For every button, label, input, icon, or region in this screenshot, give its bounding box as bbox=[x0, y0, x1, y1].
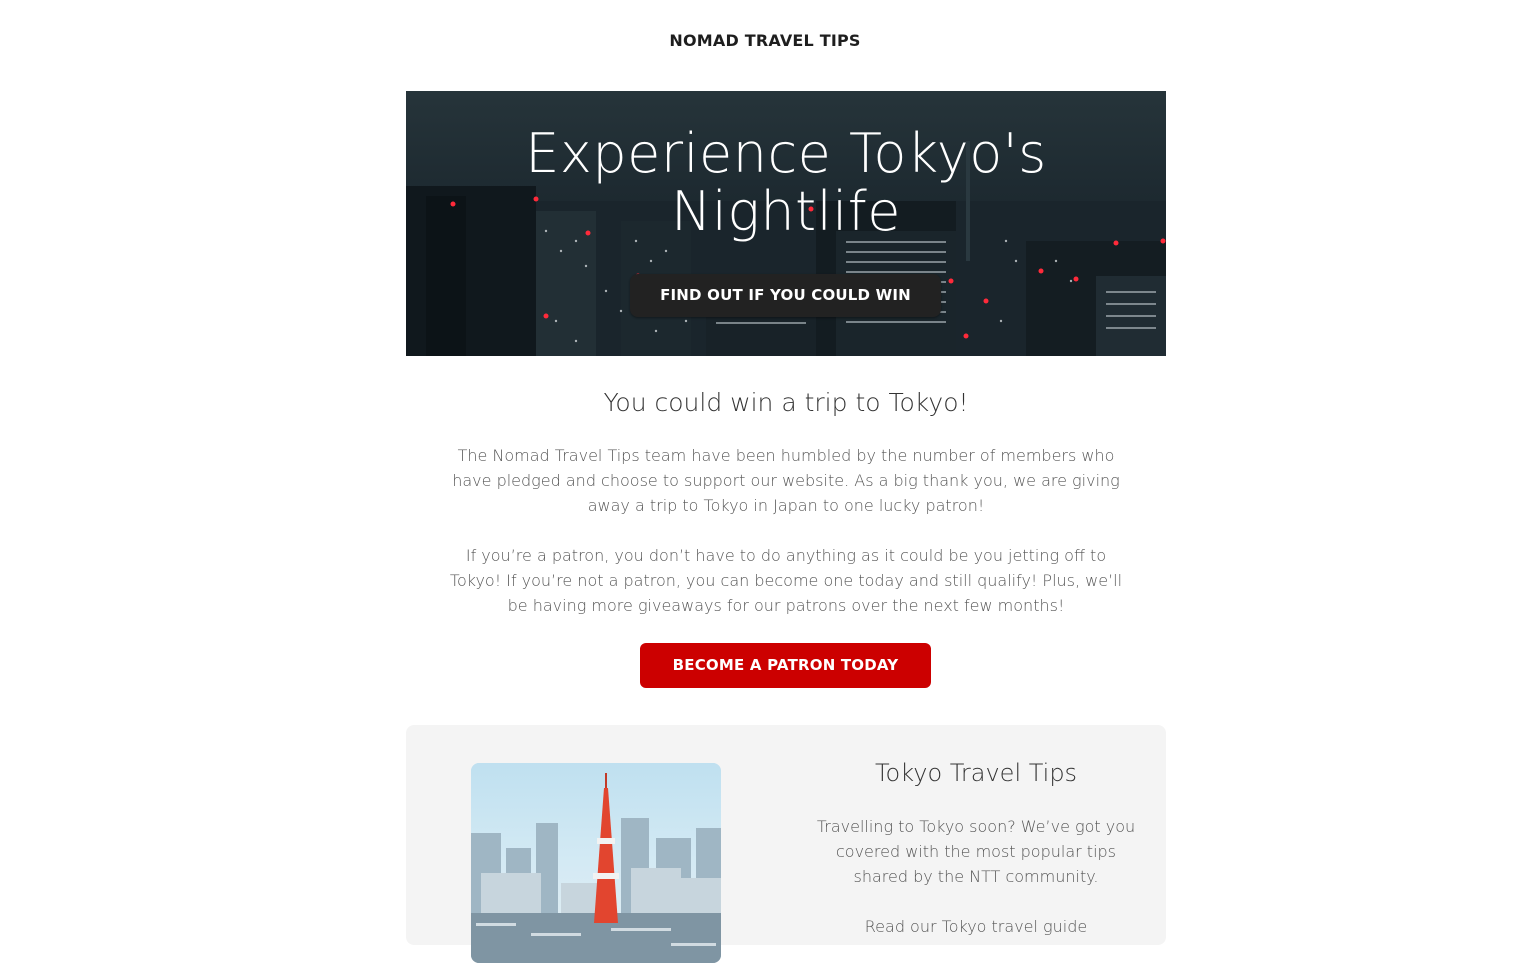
hero-title-line1: Experience Tokyo's bbox=[525, 122, 1047, 185]
hero-title: Experience Tokyo's Nightlife bbox=[406, 125, 1166, 241]
find-out-button[interactable]: FIND OUT IF YOU COULD WIN bbox=[630, 274, 941, 317]
travel-tips-title: Tokyo Travel Tips bbox=[874, 759, 1078, 787]
tokyo-tower-image bbox=[471, 763, 721, 963]
travel-tips-text: Travelling to Tokyo soon? We’ve got you … bbox=[816, 817, 1136, 886]
intro-paragraph: The Nomad Travel Tips team have been hum… bbox=[452, 446, 1120, 515]
patron-paragraph: If you’re a patron, you don’t have to do… bbox=[449, 546, 1123, 615]
travel-guide-link[interactable]: Read our Tokyo travel guide bbox=[811, 914, 1141, 939]
win-trip-heading: You could win a trip to Tokyo! bbox=[603, 388, 969, 417]
hero-banner: Experience Tokyo's Nightlife FIND OUT IF… bbox=[406, 91, 1166, 356]
become-patron-button[interactable]: BECOME A PATRON TODAY bbox=[640, 643, 931, 688]
travel-tips-card: Tokyo Travel Tips Travelling to Tokyo so… bbox=[406, 725, 1166, 963]
brand-title: NOMAD TRAVEL TIPS bbox=[669, 31, 861, 50]
hero-title-line2: Nightlife bbox=[671, 180, 901, 243]
